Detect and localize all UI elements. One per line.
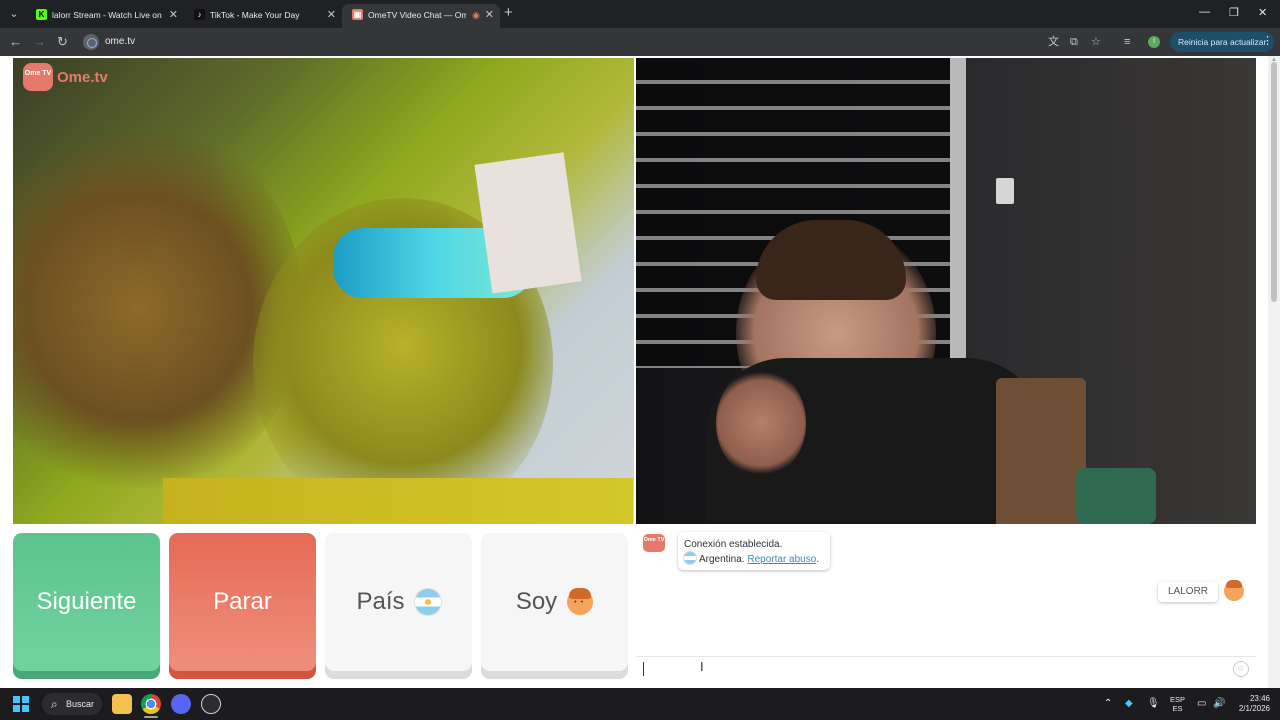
- video-person-hand: [716, 368, 806, 478]
- video-figure: [13, 118, 303, 498]
- language-top: ESP: [1170, 695, 1186, 704]
- security-tray-icon[interactable]: ◆: [1125, 698, 1133, 710]
- tab-strip: ⌄ K lalorr Stream - Watch Live on K ✕ ♪ …: [0, 0, 1280, 28]
- page-scrollbar[interactable]: ▲: [1268, 56, 1280, 688]
- gender-button-label: Soy: [515, 588, 558, 615]
- taskbar-search[interactable]: Buscar: [42, 693, 102, 715]
- minimize-icon[interactable]: —: [1199, 6, 1210, 18]
- browser-menu-icon[interactable]: ⋮: [1262, 34, 1273, 47]
- media-controls-icon[interactable]: ≡: [1124, 35, 1130, 49]
- site-info-icon[interactable]: [83, 34, 99, 50]
- ometv-favicon-icon: ▣: [352, 9, 363, 20]
- volume-icon[interactable]: 🔊: [1213, 698, 1225, 710]
- video-light-switch: [996, 178, 1014, 204]
- address-bar[interactable]: ome.tv: [80, 31, 1110, 53]
- url-text: ome.tv: [105, 36, 136, 47]
- close-window-icon[interactable]: ✕: [1258, 6, 1267, 19]
- remote-video: [636, 58, 1256, 524]
- system-message: Conexión establecida. Argentina. Reporta…: [678, 532, 830, 570]
- user-name-chip: LALORR: [1158, 582, 1219, 602]
- tiktok-favicon-icon: ♪: [194, 9, 205, 20]
- tab-title: OmeTV Video Chat — Ome: [368, 10, 466, 20]
- update-button[interactable]: Reinicia para actualizar: [1170, 32, 1275, 52]
- taskbar: Buscar ⌃ ◆ 🎙 ESP ES ▭ 🔊 23:46 2/1/2026: [0, 688, 1280, 720]
- tab-ometv[interactable]: ▣ OmeTV Video Chat — Ome ◉ ✕: [342, 4, 500, 28]
- install-app-icon[interactable]: ⧉: [1070, 35, 1078, 49]
- gender-button[interactable]: Soy: [481, 533, 628, 679]
- country-button[interactable]: País: [325, 533, 472, 679]
- language-bottom: ES: [1172, 704, 1183, 713]
- file-explorer-icon[interactable]: [112, 694, 132, 714]
- tab-tiktok[interactable]: ♪ TikTok - Make Your Day ✕: [184, 4, 342, 26]
- kick-favicon-icon: K: [36, 9, 47, 20]
- boy-face-icon: [1224, 580, 1244, 601]
- next-button-label: Siguiente: [36, 588, 137, 615]
- tray-overflow-icon[interactable]: ⌃: [1104, 698, 1112, 710]
- text-caret: [643, 662, 644, 676]
- clock-date: 2/1/2026: [1238, 704, 1270, 713]
- video-shirt: [163, 478, 633, 524]
- chat-input[interactable]: I ☺: [636, 656, 1256, 680]
- country-name: Argentina.: [699, 554, 745, 565]
- stop-button[interactable]: Parar: [169, 533, 316, 679]
- country-line: Argentina. Reportar abuso.: [684, 552, 830, 567]
- chat-panel: Ome TV Conexión establecida. Argentina. …: [636, 526, 1256, 680]
- report-suffix: .: [816, 554, 820, 565]
- logo-text: Ome.tv: [57, 69, 108, 86]
- tab-title: lalorr Stream - Watch Live on K: [52, 10, 162, 20]
- forward-icon[interactable]: →: [33, 33, 46, 51]
- tab-close-icon[interactable]: ✕: [169, 4, 178, 26]
- bookmark-star-icon[interactable]: ☆: [1091, 35, 1101, 49]
- ometv-page: Ome TV Ome.tv Siguiente Parar País Soy O…: [0, 56, 1280, 688]
- tab-close-icon[interactable]: ✕: [327, 4, 336, 26]
- windows-start-icon[interactable]: [13, 696, 29, 712]
- clock-time: 23:46: [1249, 694, 1270, 703]
- report-abuse-link[interactable]: Reportar abuso: [747, 554, 816, 565]
- stop-button-label: Parar: [213, 588, 272, 615]
- local-video: Ome TV Ome.tv: [13, 58, 634, 524]
- tab-close-icon[interactable]: ✕: [485, 4, 494, 26]
- chrome-icon[interactable]: [141, 694, 161, 714]
- browser-toolbar: ← → ↻ ome.tv 文 ⧉ ☆ ≡ I Reinicia para act…: [0, 28, 1280, 56]
- argentina-flag-icon: [414, 589, 441, 615]
- video-poster: [474, 152, 582, 294]
- recording-icon: ◉: [472, 10, 480, 20]
- mouse-ibeam-cursor-icon: I: [700, 659, 704, 674]
- restore-icon[interactable]: ❐: [1229, 6, 1239, 19]
- argentina-flag-icon: [684, 552, 696, 564]
- app-icon[interactable]: [201, 694, 221, 714]
- back-icon[interactable]: ←: [9, 33, 22, 51]
- active-app-indicator: [144, 716, 158, 718]
- translate-icon[interactable]: 文: [1048, 35, 1059, 49]
- scroll-thumb[interactable]: [1271, 62, 1277, 302]
- video-bottle: [1076, 468, 1156, 524]
- microphone-icon[interactable]: 🎙: [1147, 698, 1160, 710]
- next-button[interactable]: Siguiente: [13, 533, 160, 679]
- country-button-label: País: [356, 588, 405, 615]
- boy-face-icon: [567, 588, 594, 615]
- tab-kick-stream[interactable]: K lalorr Stream - Watch Live on K ✕: [26, 4, 184, 26]
- tab-title: TikTok - Make Your Day: [210, 10, 300, 20]
- profile-avatar[interactable]: I: [1148, 36, 1160, 48]
- discord-icon[interactable]: [171, 694, 191, 714]
- tab-search-icon[interactable]: ⌄: [4, 5, 24, 23]
- connection-message: Conexión establecida.: [684, 539, 783, 550]
- video-chair: [996, 378, 1086, 524]
- taskbar-clock[interactable]: 23:46 2/1/2026: [1228, 694, 1270, 714]
- ometv-system-logo: Ome TV: [643, 534, 665, 552]
- logo-badge: Ome TV: [23, 63, 53, 91]
- network-icon[interactable]: ▭: [1197, 698, 1206, 710]
- language-indicator[interactable]: ESP ES: [1170, 695, 1185, 713]
- reload-icon[interactable]: ↻: [57, 33, 68, 51]
- emoji-icon[interactable]: ☺: [1233, 661, 1249, 677]
- new-tab-icon[interactable]: +: [504, 5, 513, 21]
